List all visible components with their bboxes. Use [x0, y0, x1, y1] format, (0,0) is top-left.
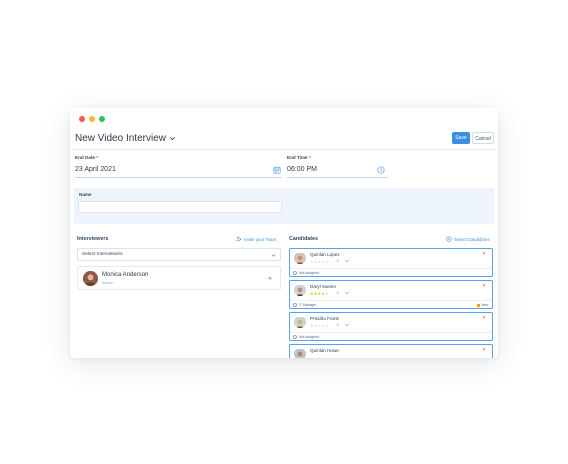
save-button[interactable]: Save	[452, 132, 470, 144]
filled-stars: ★★★★	[310, 291, 326, 296]
candidate-footer: IT Manager New	[290, 300, 492, 308]
attachments-count: ⌀4	[345, 259, 349, 263]
candidate-status: IT Manager	[299, 303, 317, 307]
select-interviewers-dropdown[interactable]: Select Interviewers	[77, 248, 281, 261]
interviewers-title: Interviewers	[77, 236, 109, 242]
chevron-down-icon[interactable]	[169, 135, 176, 142]
candidate-card[interactable]: Priscilla Frank ★★★★★ ◔0 ⌀4 ✕ Not Assign…	[289, 312, 493, 341]
video-interview-window: New Video Interview Save Cancel End Date…	[70, 108, 498, 358]
avatar	[294, 284, 306, 296]
remove-interviewer-button[interactable]: ✕	[268, 276, 272, 282]
candidate-status: Not Assigned	[299, 335, 319, 339]
person-avatar-image	[294, 285, 306, 296]
team-icon[interactable]	[236, 236, 242, 242]
candidate-footer: Not Assigned	[290, 332, 492, 340]
candidate-footer: Not Assigned	[290, 268, 492, 276]
candidates-title: Candidates	[289, 236, 319, 242]
remove-candidate-button[interactable]: ✕	[482, 347, 486, 353]
comments-count-value: 0	[337, 323, 339, 327]
person-avatar-image	[83, 271, 98, 286]
add-circle-icon[interactable]	[446, 236, 452, 242]
remove-candidate-button[interactable]: ✕	[482, 251, 486, 257]
name-label: Name	[79, 192, 92, 197]
candidate-status: Not Assigned	[299, 271, 319, 275]
maximize-window-button[interactable]	[99, 116, 105, 122]
close-window-button[interactable]	[79, 116, 85, 122]
select-interviewers-placeholder: Select Interviewers	[82, 252, 123, 257]
end-time-field[interactable]: 06:00 PM	[287, 166, 317, 173]
candidate-name: Daryl Sween	[310, 284, 337, 289]
attachments-count-value: 4	[347, 291, 349, 295]
person-avatar-image	[294, 253, 306, 264]
calendar-icon[interactable]	[273, 166, 281, 174]
person-avatar-image	[294, 317, 306, 328]
cancel-button[interactable]: Cancel	[472, 132, 494, 144]
header: New Video Interview	[70, 128, 498, 154]
interviewer-name: Monica Anderson	[102, 272, 149, 278]
avatar	[83, 271, 98, 286]
attachments-count: ⌀4	[345, 323, 349, 327]
end-date-label: End Date *	[75, 155, 98, 160]
user-icon	[293, 335, 297, 339]
candidate-card[interactable]: Quinlan Howe ✕	[289, 344, 493, 358]
remove-candidate-button[interactable]: ✕	[482, 315, 486, 321]
person-avatar-image	[294, 349, 306, 358]
required-mark: *	[308, 155, 311, 160]
candidate-name: Quinlan Howe	[310, 348, 339, 353]
attachments-count-value: 4	[347, 323, 349, 327]
new-badge-text: New	[481, 303, 488, 307]
comments-count: ◔0	[335, 323, 339, 327]
new-badge: New	[477, 303, 488, 307]
minimize-window-button[interactable]	[89, 116, 95, 122]
candidate-card[interactable]: Daryl Sween ★★★★★ ◔0 ⌀4 ✕ IT Manager New	[289, 280, 493, 309]
required-mark: *	[96, 155, 98, 160]
chevron-down-icon	[271, 254, 276, 257]
invite-team-link[interactable]: Invite your Team	[244, 237, 276, 242]
empty-stars: ★	[325, 291, 329, 296]
name-input[interactable]	[78, 201, 282, 213]
candidate-name: Quinlan Lopez	[310, 252, 340, 257]
comments-count: ◔0	[335, 291, 339, 295]
interviewer-card: Monica Anderson Admin ✕	[77, 266, 281, 290]
clock-icon[interactable]	[377, 166, 385, 174]
candidate-name: Priscilla Frank	[310, 316, 339, 321]
candidate-card[interactable]: Quinlan Lopez ★★★★★ ◔0 ⌀4 ✕ Not Assigned	[289, 248, 493, 277]
title-bar	[70, 108, 498, 128]
comments-count: ◔0	[335, 259, 339, 263]
end-date-underline	[75, 177, 282, 178]
avatar	[294, 316, 306, 328]
attachments-count: ⌀4	[345, 291, 349, 295]
attachments-count-value: 4	[347, 259, 349, 263]
badge-square-icon	[477, 303, 481, 307]
avatar	[294, 252, 306, 264]
rating-stars: ★★★★★	[310, 291, 329, 296]
comments-count-value: 0	[337, 259, 339, 263]
rating-stars: ★★★★★	[310, 259, 329, 264]
interviewer-role: Admin	[102, 280, 114, 285]
rating-stars: ★★★★★	[310, 323, 329, 328]
end-time-label-text: End Time	[287, 155, 308, 160]
end-time-underline	[287, 177, 388, 178]
user-icon	[293, 271, 297, 275]
select-candidates-link[interactable]: Select Candidates	[454, 237, 490, 242]
avatar	[294, 348, 306, 358]
end-time-label: End Time *	[287, 155, 311, 160]
comments-count-value: 0	[337, 291, 339, 295]
end-date-label-text: End Date	[75, 155, 95, 160]
page-title[interactable]: New Video Interview	[75, 133, 166, 144]
briefcase-icon	[293, 303, 297, 307]
header-divider	[70, 149, 498, 150]
end-date-field[interactable]: 23 April 2021	[75, 166, 116, 173]
remove-candidate-button[interactable]: ✕	[482, 283, 486, 289]
